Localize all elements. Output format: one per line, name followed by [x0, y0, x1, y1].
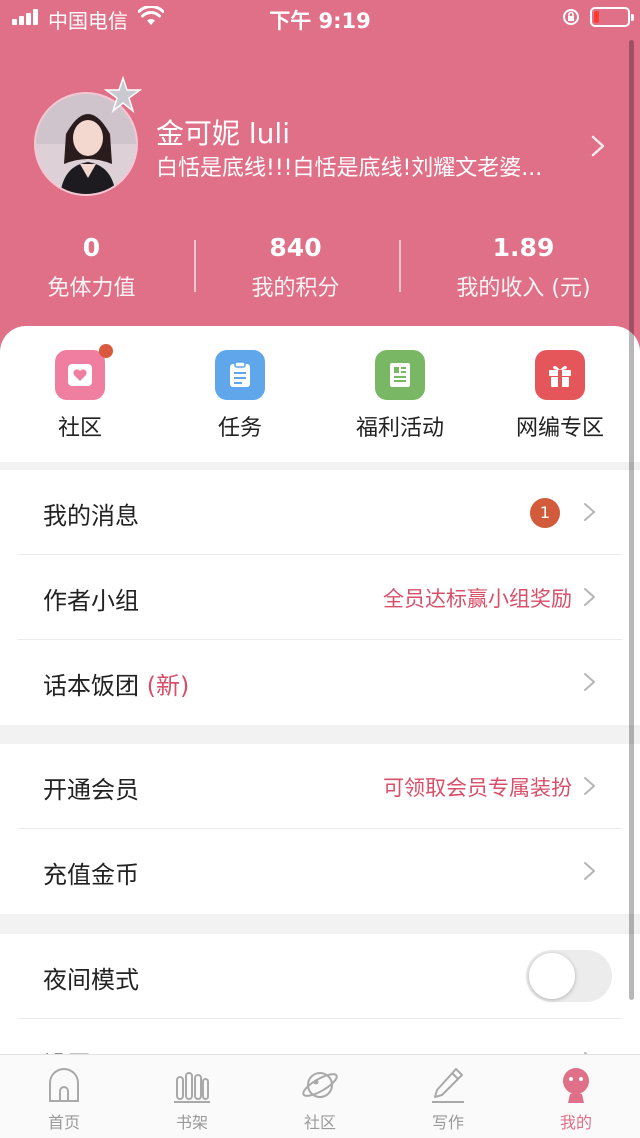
profile-bio[interactable]: 白恬是底线!!!白恬是底线!刘耀文老婆... — [156, 150, 576, 182]
chevron-right-icon — [584, 503, 595, 521]
menu-item-label: 话本饭团 (新) — [43, 666, 189, 701]
notification-dot — [99, 344, 113, 358]
bookshelf-icon — [174, 1072, 210, 1103]
crown-star-icon — [104, 76, 142, 114]
chevron-right-icon[interactable] — [588, 135, 608, 157]
menu-item-settings[interactable]: 设置 — [18, 1019, 622, 1054]
quick-entry-welfare[interactable]: 福利活动 — [320, 350, 480, 442]
menu-item-vip[interactable]: 开通会员 可领取会员专属装扮 — [18, 744, 622, 829]
home-icon — [49, 1068, 79, 1102]
quick-entry-tasks[interactable]: 任务 — [160, 350, 320, 442]
menu-section-account: 开通会员 可领取会员专属装扮 充值金币 — [0, 744, 640, 914]
tab-label: 我的 — [559, 1113, 592, 1132]
menu-item-recharge[interactable]: 充值金币 — [18, 829, 622, 914]
clipboard-icon — [215, 350, 265, 400]
menu-item-label: 夜间模式 — [43, 966, 139, 994]
stat-value: 840 — [269, 233, 322, 262]
tab-writing[interactable]: 写作 — [384, 1065, 512, 1133]
bottom-tab-bar: 首页 书架 社区 写作 我的 — [0, 1054, 640, 1138]
stat-label: 我的积分 — [251, 276, 340, 301]
chevron-right-icon — [584, 862, 595, 880]
tab-community[interactable]: 社区 — [256, 1065, 384, 1133]
tab-label: 书架 — [175, 1113, 208, 1132]
menu-item-fan-group[interactable]: 话本饭团 (新) — [18, 640, 622, 725]
tab-label: 社区 — [303, 1113, 336, 1132]
chevron-right-icon — [584, 588, 595, 606]
stat-label: 免体力值 — [47, 276, 136, 301]
status-bar: 中国电信 下午 9:19 — [0, 0, 640, 36]
tab-label: 首页 — [47, 1113, 80, 1132]
tab-mine[interactable]: 我的 — [512, 1065, 640, 1133]
tab-bookshelf[interactable]: 书架 — [128, 1065, 256, 1133]
menu-item-messages[interactable]: 我的消息 1 — [18, 470, 622, 555]
menu-item-author-group[interactable]: 作者小组 全员达标赢小组奖励 — [18, 555, 622, 640]
menu-item-night-mode: 夜间模式 — [18, 934, 622, 1019]
stat-value: 0 — [82, 233, 101, 262]
status-time: 下午 9:19 — [269, 9, 371, 33]
quick-entry-community[interactable]: 社区 — [0, 344, 160, 442]
stat-divider — [399, 240, 401, 292]
tab-home[interactable]: 首页 — [0, 1065, 128, 1133]
menu-item-label: 设置 — [43, 1045, 91, 1054]
planet-icon — [302, 1072, 338, 1098]
profile-icon — [563, 1068, 589, 1103]
profile-name[interactable]: 金可妮 luli — [156, 112, 290, 152]
night-mode-toggle[interactable] — [526, 950, 612, 1002]
menu-item-label: 充值金币 — [43, 861, 139, 889]
battery-icon — [590, 7, 634, 27]
quick-entry-label: 网编专区 — [515, 416, 604, 441]
stat-stamina[interactable]: 0 免体力值 — [0, 232, 198, 302]
stat-value: 1.89 — [492, 233, 555, 262]
heart-card-icon — [55, 344, 113, 400]
pen-icon — [432, 1068, 464, 1103]
menu-item-label: 作者小组 — [43, 587, 139, 615]
orientation-lock-icon — [563, 9, 579, 25]
menu-item-promo: 可领取会员专属装扮 — [383, 776, 572, 800]
quick-entry-label: 福利活动 — [355, 416, 444, 441]
quick-entry-label: 社区 — [57, 416, 102, 441]
scrollbar[interactable] — [629, 40, 634, 1000]
chevron-right-icon — [584, 777, 595, 795]
menu-section-social: 我的消息 1 作者小组 全员达标赢小组奖励 话本饭团 (新) — [0, 470, 640, 725]
tab-label: 写作 — [431, 1113, 464, 1132]
menu-section-preferences: 夜间模式 设置 — [0, 934, 640, 1054]
unread-badge: 1 — [530, 498, 560, 528]
gift-icon — [535, 350, 585, 400]
document-icon — [375, 350, 425, 400]
menu-item-label: 开通会员 — [43, 776, 139, 804]
new-tag: (新) — [146, 672, 190, 700]
stat-income[interactable]: 1.89 我的收入 (元) — [417, 232, 630, 302]
menu-item-title: 话本饭团 — [43, 672, 139, 700]
stat-label: 我的收入 (元) — [456, 276, 591, 301]
chevron-right-icon — [584, 673, 595, 691]
menu-item-label: 我的消息 — [43, 502, 139, 530]
stat-points[interactable]: 840 我的积分 — [189, 232, 402, 302]
quick-entry-editor-zone[interactable]: 网编专区 — [480, 350, 640, 442]
quick-entry-label: 任务 — [217, 416, 262, 441]
menu-item-promo: 全员达标赢小组奖励 — [383, 587, 572, 611]
